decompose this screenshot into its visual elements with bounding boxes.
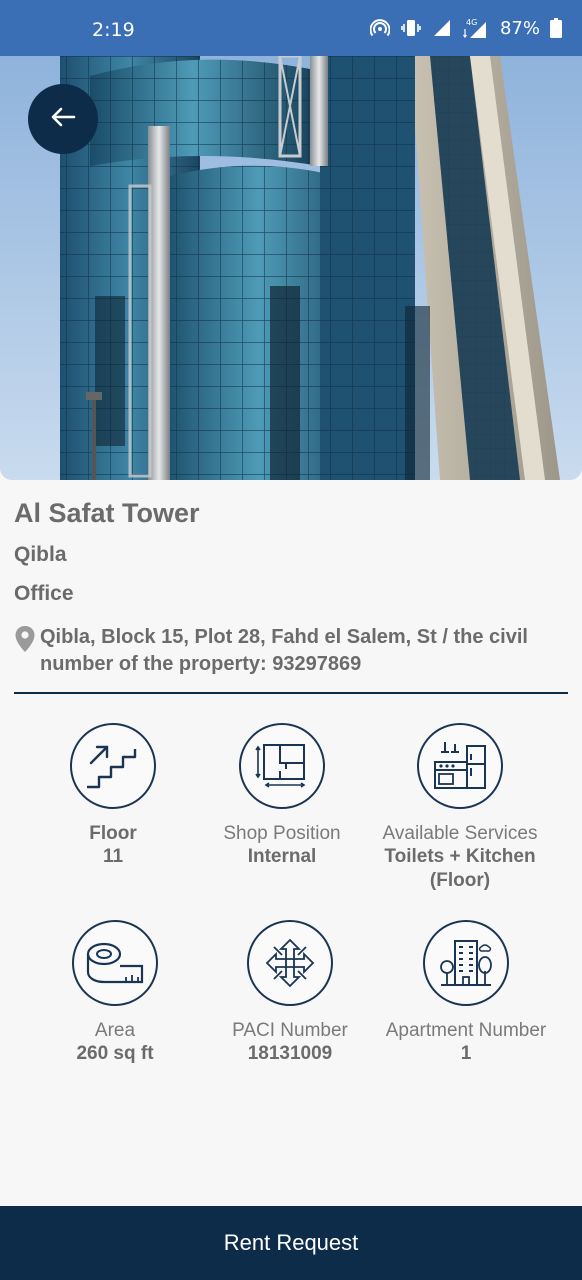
- feature-value: 11: [102, 846, 124, 867]
- floor-plan-icon: [239, 723, 325, 809]
- property-type: Office: [14, 582, 74, 605]
- feature-label: Shop Position: [223, 823, 341, 844]
- battery-percent: 87%: [499, 17, 540, 39]
- vibrate-icon: [400, 18, 422, 38]
- back-button[interactable]: [28, 84, 98, 154]
- feature-label: Apartment Number: [385, 1020, 547, 1041]
- battery-icon: [550, 18, 562, 38]
- svg-text:4G: 4G: [466, 18, 477, 27]
- property-area: Qibla: [14, 543, 67, 566]
- kitchen-icon: [417, 723, 503, 809]
- apartment-building-icon: [423, 920, 509, 1006]
- feature-value: 18131009: [247, 1043, 333, 1064]
- feature-label: Area: [94, 1020, 136, 1041]
- feature-area: Area 260 sq ft: [25, 920, 205, 1066]
- feature-available-services: Available Services Toilets + Kitchen (Fl…: [370, 723, 550, 893]
- feature-label: PACI Number: [232, 1020, 348, 1041]
- address-text: Qibla, Block 15, Plot 28, Fahd el Salem,…: [40, 626, 528, 675]
- network-icon: [247, 920, 333, 1006]
- location-pin-icon: [14, 625, 40, 678]
- feature-apartment-number: Apartment Number 1: [376, 920, 556, 1066]
- stairs-icon: [70, 723, 156, 809]
- status-bar: 2:19 4G 87%: [0, 0, 582, 56]
- feature-label: Available Services: [382, 823, 538, 844]
- feature-value: 1: [460, 1043, 472, 1064]
- measuring-tape-icon: [72, 920, 158, 1006]
- hotspot-icon: [369, 18, 390, 38]
- signal-icon: [432, 18, 452, 38]
- feature-shop-position: Shop Position Internal: [192, 723, 372, 869]
- property-address: Qibla, Block 15, Plot 28, Fahd el Salem,…: [14, 624, 570, 678]
- feature-floor: Floor 11: [23, 723, 203, 869]
- rent-request-button[interactable]: Rent Request: [0, 1206, 582, 1280]
- feature-value: 260 sq ft: [76, 1043, 154, 1064]
- feature-paci-number: PACI Number 18131009: [200, 920, 380, 1066]
- divider: [14, 692, 568, 694]
- feature-value: Toilets + Kitchen (Floor): [384, 846, 536, 891]
- arrow-left-icon: [48, 102, 78, 137]
- feature-value: Internal: [247, 846, 317, 867]
- lte-signal-icon: 4G: [462, 17, 488, 39]
- feature-label: Floor: [89, 823, 137, 844]
- status-time: 2:19: [92, 19, 135, 41]
- status-icons: 4G 87%: [369, 17, 562, 39]
- property-name: Al Safat Tower: [14, 498, 200, 528]
